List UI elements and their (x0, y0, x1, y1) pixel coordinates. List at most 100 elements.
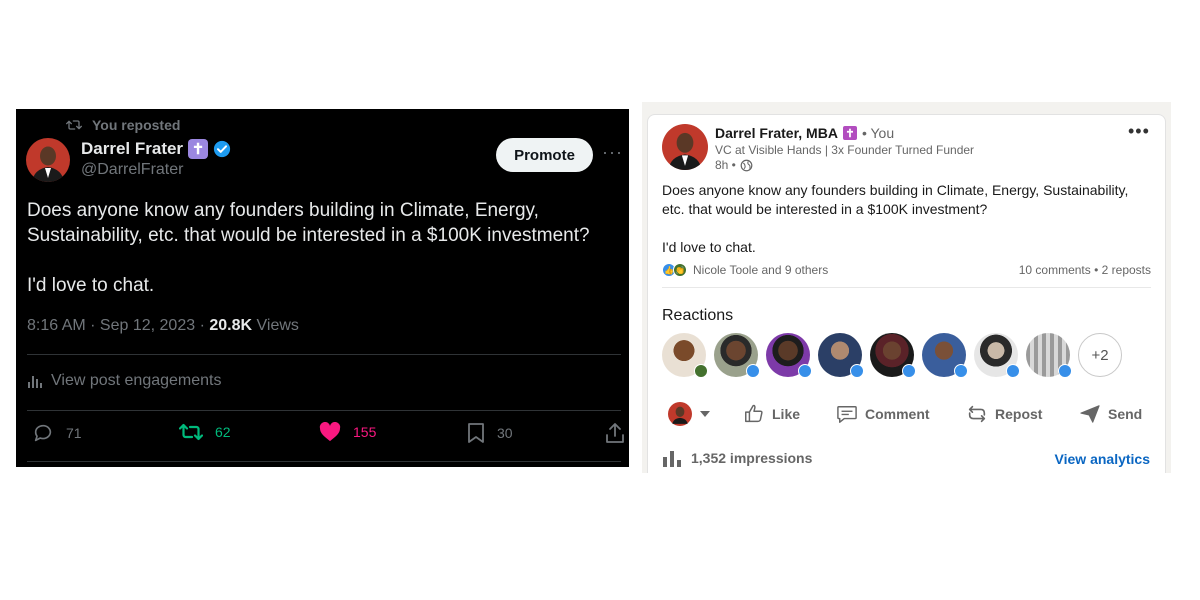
like-icon (1006, 364, 1020, 378)
reaction-identity-switcher[interactable] (668, 399, 710, 429)
impressions: 1,352 impressions (662, 449, 812, 467)
author-name[interactable]: Darrel Frater (81, 139, 183, 159)
social-counts: 👍 👏 Nicole Toole and 9 others 10 comment… (662, 263, 1151, 277)
twitter-post-card: You reposted Darrel Frater ✝ @DarrelFrat… (16, 109, 629, 467)
promote-button[interactable]: Promote (496, 138, 593, 172)
like-label: Like (772, 406, 801, 422)
reactors-summary: Nicole Toole and 9 others (693, 263, 829, 277)
reactor-avatars: +2 (662, 333, 1122, 378)
caret-down-icon (700, 411, 710, 417)
divider (27, 354, 621, 355)
repost-icon (179, 423, 203, 441)
divider (27, 461, 621, 462)
connection-degree: • You (861, 125, 895, 141)
avatar[interactable] (662, 124, 708, 170)
post-text-paragraph: Does anyone know any founders building i… (662, 182, 1129, 217)
reactor-avatar[interactable] (870, 333, 916, 378)
like-icon (902, 364, 916, 378)
celebrate-icon: 👏 (673, 263, 687, 277)
repost-label: You reposted (92, 117, 181, 133)
bar-chart-icon (663, 451, 681, 467)
send-button[interactable]: Send (1079, 399, 1142, 429)
impressions-count: 1,352 impressions (691, 450, 813, 466)
post-text-paragraph: I'd love to chat. (662, 239, 756, 255)
reposted-indicator: You reposted (66, 117, 180, 133)
like-icon (745, 404, 763, 423)
like-button[interactable]: 155 (319, 422, 376, 442)
more-reactors-button[interactable]: +2 (1078, 333, 1122, 377)
author-name-row: Darrel Frater, MBA ✝ • You (715, 125, 894, 141)
like-icon (798, 364, 812, 378)
linkedin-post-card: Darrel Frater, MBA ✝ • You VC at Visible… (647, 114, 1166, 473)
avatar (668, 402, 692, 426)
comment-button[interactable]: Comment (836, 399, 930, 429)
reactions-heading: Reactions (662, 307, 734, 324)
engagements-label: View post engagements (51, 372, 222, 389)
reactor-avatar[interactable] (662, 333, 708, 378)
time-ago: 8h • (715, 158, 736, 172)
repost-label: Repost (995, 406, 1043, 422)
like-icon (319, 422, 341, 442)
reply-button[interactable]: 71 (32, 422, 82, 444)
repost-icon (968, 405, 986, 423)
repost-icon (66, 120, 82, 130)
post-text-paragraph: Does anyone know any founders building i… (27, 200, 590, 246)
reposts-count[interactable]: 2 reposts (1102, 263, 1151, 277)
like-icon (746, 364, 760, 378)
like-icon (954, 364, 968, 378)
comment-icon (837, 406, 857, 423)
view-analytics-link[interactable]: View analytics (1055, 451, 1150, 467)
reactor-avatar[interactable] (818, 333, 864, 378)
analytics-icon (28, 376, 42, 388)
post-text: Does anyone know any founders building i… (27, 198, 617, 298)
post-meta: 8:16 AM · Sep 12, 2023 · 20.8K Views (27, 317, 299, 335)
share-icon (606, 423, 624, 443)
post-time: 8h • (715, 158, 753, 172)
author-handle[interactable]: @DarrelFrater (81, 161, 183, 179)
reactor-avatar[interactable] (714, 333, 760, 378)
post-text-paragraph: I'd love to chat. (27, 275, 155, 296)
divider (662, 287, 1151, 288)
like-button[interactable]: Like (743, 399, 800, 429)
cross-emoji-badge: ✝ (188, 139, 209, 159)
globe-icon (740, 159, 753, 171)
cross-emoji-badge: ✝ (842, 126, 857, 140)
share-button[interactable] (605, 422, 625, 444)
divider (27, 410, 621, 411)
author-name[interactable]: Darrel Frater, MBA (715, 125, 838, 141)
post-engagements-link[interactable]: View post engagements (27, 372, 221, 390)
views-label: Views (256, 317, 299, 334)
like-icon (850, 364, 864, 378)
like-icon (1058, 364, 1072, 378)
more-icon[interactable]: ··· (602, 142, 623, 163)
reactor-avatar[interactable] (974, 333, 1020, 378)
reply-count: 71 (66, 425, 82, 441)
comment-label: Comment (865, 406, 930, 422)
reactor-avatar[interactable] (1026, 333, 1072, 378)
celebrate-icon (694, 364, 708, 378)
comments-count[interactable]: 10 comments (1019, 263, 1091, 277)
repost-button[interactable]: Repost (966, 399, 1042, 429)
reactor-avatar[interactable] (922, 333, 968, 378)
post-text: Does anyone know any founders building i… (662, 181, 1152, 257)
send-icon (1080, 405, 1100, 423)
timestamp[interactable]: 8:16 AM · Sep 12, 2023 · (27, 317, 209, 334)
author-name-row: Darrel Frater ✝ (81, 139, 231, 159)
reactor-avatar[interactable] (766, 333, 812, 378)
like-count: 155 (353, 424, 377, 440)
repost-count: 62 (215, 424, 231, 440)
bookmark-icon (468, 423, 484, 443)
repost-button[interactable]: 62 (179, 422, 231, 442)
post-action-bar: Like Comment Repost Send (658, 399, 1158, 429)
bookmark-count: 30 (497, 425, 513, 441)
more-icon[interactable]: ••• (1128, 121, 1150, 142)
author-headline: VC at Visible Hands | 3x Founder Turned … (715, 143, 975, 157)
avatar[interactable] (26, 138, 70, 182)
send-label: Send (1108, 406, 1143, 422)
views-count: 20.8K (209, 317, 253, 334)
bookmark-button[interactable]: 30 (467, 422, 513, 444)
reply-icon (34, 424, 52, 442)
reactions-summary[interactable]: 👍 👏 Nicole Toole and 9 others (662, 263, 828, 277)
post-action-bar: 71 62 155 30 (27, 422, 624, 452)
verified-icon (213, 140, 231, 158)
